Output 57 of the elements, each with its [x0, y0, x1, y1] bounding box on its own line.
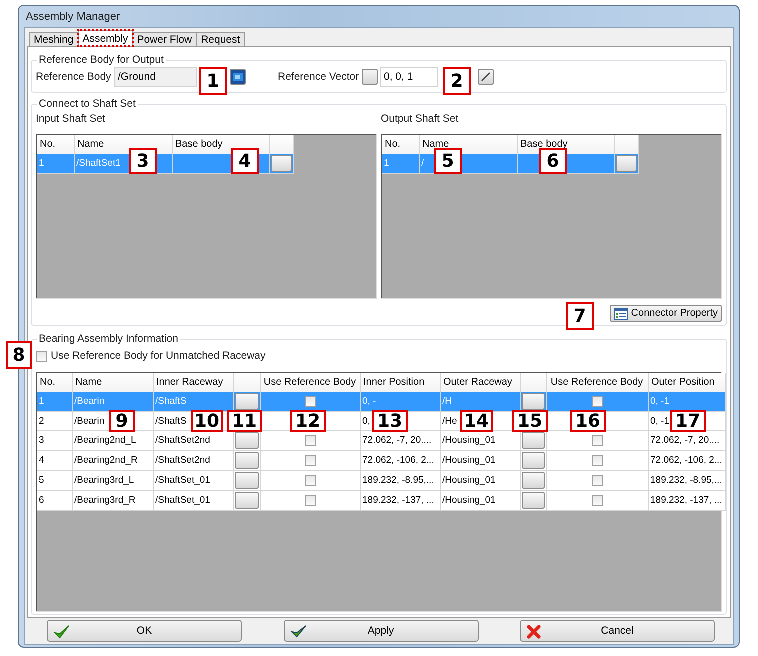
- group-title: Reference Body for Output: [37, 54, 166, 67]
- callout-number: 8: [6, 341, 32, 369]
- table-cell: /ShaftSet_01: [153, 490, 233, 511]
- reference-vector-field[interactable]: 0, 0, 1: [380, 67, 438, 87]
- callout-number: 3: [129, 148, 157, 174]
- callout-number: 11: [227, 410, 262, 432]
- callout-number: 15: [512, 410, 548, 432]
- callout-number: 12: [290, 410, 326, 432]
- window-title: Assembly Manager: [26, 10, 120, 22]
- callout-number: 1: [199, 67, 227, 95]
- tab[interactable]: Power Flow: [132, 32, 198, 46]
- dialog-button[interactable]: Apply: [284, 620, 478, 642]
- column-header[interactable]: Use Reference Body: [546, 373, 648, 392]
- section-label: Output Shaft Set: [381, 113, 460, 126]
- column-header[interactable]: Name: [72, 373, 153, 392]
- column-header[interactable]: No.: [382, 135, 419, 154]
- section-label: Input Shaft Set: [36, 113, 106, 126]
- callout-number: 2: [443, 67, 471, 95]
- tab[interactable]: Assembly: [78, 30, 134, 46]
- field-label: Reference Vector: [278, 70, 360, 84]
- callout-number: 5: [434, 148, 462, 174]
- table-cell: /Housing_01: [440, 490, 520, 511]
- column-header[interactable]: No.: [37, 373, 72, 392]
- callout-number: 14: [460, 410, 493, 432]
- callout-number: 6: [539, 148, 567, 174]
- table-cell: /Bearing3rd_R: [72, 490, 153, 511]
- dialog-button[interactable]: OK: [47, 620, 242, 642]
- column-header[interactable]: Inner Position: [360, 373, 440, 392]
- callout-number: 10: [191, 410, 223, 432]
- field-label: Reference Body: [36, 70, 112, 84]
- group-title: Bearing Assembly Information: [37, 333, 180, 346]
- column-header[interactable]: Name: [74, 135, 172, 154]
- callout-number: 4: [231, 148, 259, 174]
- table-cell: 6: [37, 490, 72, 511]
- tab[interactable]: Meshing: [29, 32, 79, 46]
- tab[interactable]: Request: [196, 32, 246, 46]
- table-cell: 1: [37, 154, 74, 174]
- column-header[interactable]: Use Reference Body: [260, 373, 360, 392]
- callout-number: 9: [109, 410, 135, 432]
- column-header[interactable]: Outer Raceway: [440, 373, 520, 392]
- dialog-button[interactable]: Cancel: [520, 620, 715, 642]
- table-cell: 1: [382, 154, 419, 174]
- callout-number: 17: [670, 410, 706, 432]
- callout-number: 16: [570, 410, 606, 432]
- column-header[interactable]: Name: [419, 135, 517, 154]
- connector-property-button[interactable]: Connector Property: [610, 305, 722, 322]
- column-header[interactable]: No.: [37, 135, 74, 154]
- table-cell: 189.232, -137, ...: [360, 490, 440, 511]
- callout-number: 13: [372, 410, 408, 432]
- column-header[interactable]: Base body: [517, 135, 614, 154]
- column-header[interactable]: Base body: [172, 135, 269, 154]
- column-header[interactable]: Inner Raceway: [153, 373, 233, 392]
- reference-body-field[interactable]: /Ground: [114, 67, 197, 87]
- column-header[interactable]: Outer Position: [648, 373, 725, 392]
- checkbox-label: Use Reference Body for Unmatched Raceway: [51, 350, 266, 362]
- table-cell: 189.232, -137, ...: [648, 490, 725, 511]
- callout-number: 7: [566, 302, 594, 330]
